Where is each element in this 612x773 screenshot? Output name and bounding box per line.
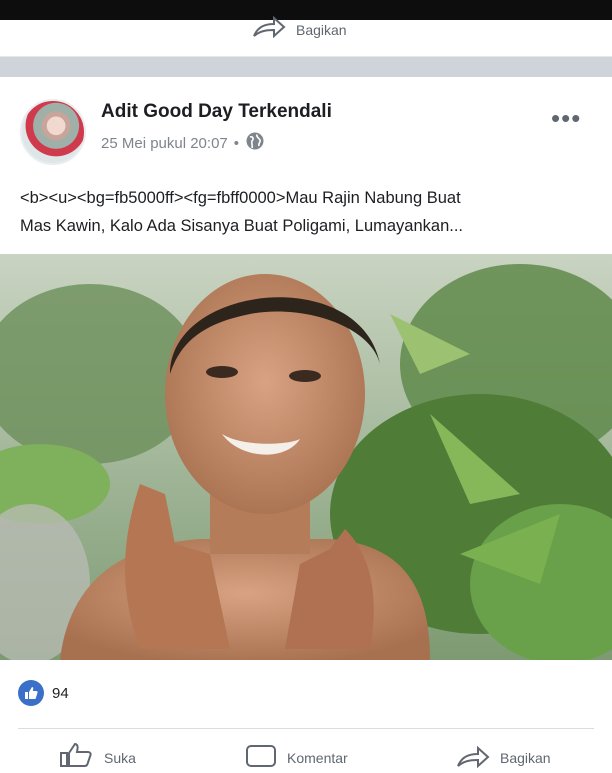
meta-separator: •	[233, 135, 240, 152]
share-icon	[456, 742, 490, 773]
share-label: Bagikan	[500, 749, 551, 766]
previous-share-label: Bagikan	[296, 21, 347, 38]
post-meta: 25 Mei pukul 20:07 •	[101, 131, 265, 156]
previous-post-action-bar: Bagikan	[0, 15, 612, 57]
reaction-summary[interactable]: 94	[18, 680, 69, 706]
post-author[interactable]: Adit Good Day Terkendali	[101, 101, 332, 123]
post-action-bar: Suka Komentar Bagikan	[0, 742, 612, 772]
post-text-line-1: <b><u><bg=fb5000ff><fg=fbff0000>Mau Raji…	[20, 189, 461, 207]
like-outline-icon	[58, 742, 94, 773]
comment-button[interactable]: Komentar	[245, 742, 348, 773]
comment-label: Komentar	[287, 749, 348, 766]
avatar[interactable]	[20, 99, 86, 165]
like-label: Suka	[104, 749, 136, 766]
post-text-line-2: Mas Kawin, Kalo Ada Sisanya Buat Poligam…	[20, 217, 463, 235]
post-timestamp[interactable]: 25 Mei pukul 20:07	[101, 135, 228, 152]
post-text: <b><u><bg=fb5000ff><fg=fbff0000>Mau Raji…	[20, 184, 600, 240]
reaction-count: 94	[52, 684, 69, 702]
previous-share-button[interactable]: Bagikan	[252, 15, 347, 43]
more-options-icon[interactable]: •••	[551, 103, 581, 134]
share-icon	[252, 15, 286, 43]
share-button[interactable]: Bagikan	[456, 742, 551, 773]
post-header: Adit Good Day Terkendali 25 Mei pukul 20…	[0, 77, 612, 172]
post-photo[interactable]	[0, 254, 612, 660]
comment-icon	[245, 742, 277, 773]
feed-separator	[0, 57, 612, 77]
action-divider	[18, 728, 594, 729]
globe-icon	[245, 131, 265, 156]
like-icon	[18, 680, 44, 706]
like-button[interactable]: Suka	[58, 742, 136, 773]
